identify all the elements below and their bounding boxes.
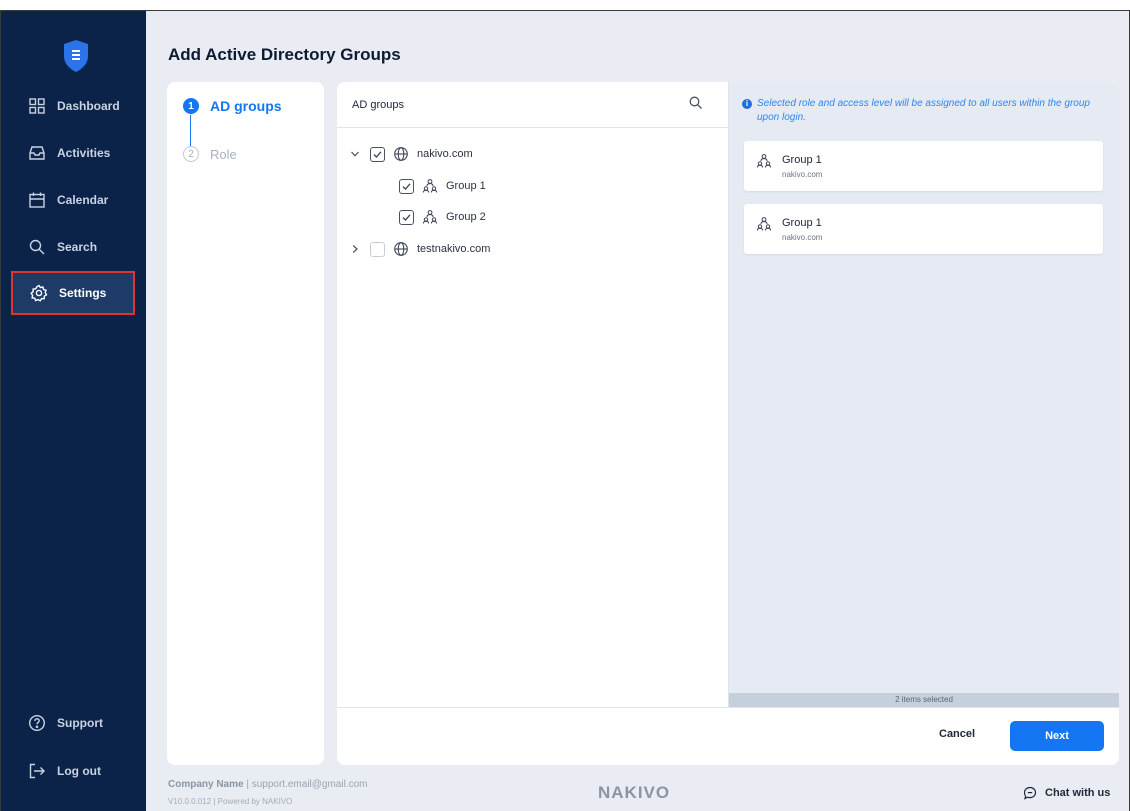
tree-node-group[interactable]: Group 1 xyxy=(399,175,486,197)
sidebar-item-label: Dashboard xyxy=(57,99,120,113)
sidebar-item-logout[interactable]: Log out xyxy=(11,749,135,793)
logout-icon xyxy=(28,762,46,780)
question-icon xyxy=(28,714,46,732)
info-text: Selected role and access level will be a… xyxy=(757,98,1090,123)
step-number: 2 xyxy=(183,146,199,162)
sidebar-item-dashboard[interactable]: Dashboard xyxy=(11,84,135,128)
footer-version: V10.0.0.012 | Powered by NAKIVO xyxy=(168,797,293,806)
globe-icon xyxy=(393,146,409,162)
tree-title: AD groups xyxy=(352,99,404,111)
gear-icon xyxy=(30,284,48,302)
tree-node-label: testnakivo.com xyxy=(417,243,491,255)
selected-count: 2 items selected xyxy=(729,693,1119,707)
chat-label: Chat with us xyxy=(1045,787,1111,799)
selected-item-domain: nakivo.com xyxy=(782,170,823,179)
tree-node-label: Group 2 xyxy=(446,211,486,223)
support-email[interactable]: | support.email@gmail.com xyxy=(246,779,367,790)
inbox-icon xyxy=(28,144,46,162)
checkbox-checked[interactable] xyxy=(370,146,385,162)
sidebar-item-settings[interactable]: Settings xyxy=(11,271,135,315)
dashboard-icon xyxy=(28,97,46,115)
sidebar-item-search[interactable]: Search xyxy=(11,225,135,269)
checkbox-checked[interactable] xyxy=(399,178,414,194)
footer-brand-logo: NAKIVO xyxy=(598,783,671,802)
tree-node-label: Group 1 xyxy=(446,180,486,192)
selected-item[interactable]: Group 1 nakivo.com xyxy=(744,204,1103,254)
sidebar-item-support[interactable]: Support xyxy=(11,701,135,745)
sidebar: Dashboard Activities Calendar Search Set… xyxy=(1,11,146,811)
selected-item[interactable]: Group 1 nakivo.com xyxy=(744,141,1103,191)
selected-item-name: Group 1 xyxy=(782,217,822,229)
app-window: Dashboard Activities Calendar Search Set… xyxy=(0,10,1130,811)
tree-header: AD groups xyxy=(337,82,728,128)
sidebar-item-label: Log out xyxy=(57,764,101,778)
search-icon xyxy=(28,238,46,256)
sidebar-item-label: Support xyxy=(57,716,103,730)
company-name: Company Name xyxy=(168,779,244,790)
ad-groups-tree-pane: AD groups nakivo.com Group 1 Group 2 tes… xyxy=(337,82,729,707)
next-button[interactable]: Next xyxy=(1010,721,1104,751)
group-icon xyxy=(756,153,772,169)
chat-with-us-button[interactable]: Chat with us xyxy=(1023,786,1110,800)
selected-item-name: Group 1 xyxy=(782,154,822,166)
sidebar-item-label: Activities xyxy=(57,146,111,160)
selected-items-pane: i Selected role and access level will be… xyxy=(729,82,1119,707)
sidebar-item-activities[interactable]: Activities xyxy=(11,131,135,175)
step-ad-groups[interactable]: 1 AD groups xyxy=(183,98,282,114)
action-bar: Cancel Next xyxy=(337,707,1119,765)
sidebar-item-label: Calendar xyxy=(57,193,109,207)
group-icon xyxy=(756,216,772,232)
group-icon xyxy=(422,209,438,225)
checkbox-checked[interactable] xyxy=(399,209,414,225)
info-icon: i xyxy=(742,99,752,109)
step-connector xyxy=(190,115,191,147)
wizard-content: AD groups nakivo.com Group 1 Group 2 tes… xyxy=(337,82,1119,765)
step-number: 1 xyxy=(183,98,199,114)
chevron-down-icon[interactable] xyxy=(350,149,360,159)
page-title: Add Active Directory Groups xyxy=(168,45,401,64)
calendar-icon xyxy=(28,191,46,209)
globe-icon xyxy=(393,241,409,257)
search-icon[interactable] xyxy=(688,95,704,111)
selected-item-domain: nakivo.com xyxy=(782,233,823,242)
nakivo-logo[interactable] xyxy=(63,39,89,73)
group-icon xyxy=(422,178,438,194)
footer-company: Company Name | support.email@gmail.com xyxy=(168,779,367,790)
checkbox-unchecked[interactable] xyxy=(370,241,385,257)
cancel-button[interactable]: Cancel xyxy=(939,728,975,740)
step-label: AD groups xyxy=(210,98,282,114)
sidebar-item-label: Settings xyxy=(59,286,107,300)
wizard-steps: 1 AD groups 2 Role xyxy=(167,82,324,765)
info-message: i Selected role and access level will be… xyxy=(742,97,1102,125)
step-label: Role xyxy=(210,146,237,162)
tree-node-label: nakivo.com xyxy=(417,148,473,160)
chevron-right-icon[interactable] xyxy=(350,244,360,254)
step-role[interactable]: 2 Role xyxy=(183,146,237,162)
tree-node-domain[interactable]: testnakivo.com xyxy=(350,238,490,260)
tree-node-group[interactable]: Group 2 xyxy=(399,206,486,228)
sidebar-item-label: Search xyxy=(57,240,98,254)
chat-icon xyxy=(1023,786,1037,800)
tree-node-domain[interactable]: nakivo.com xyxy=(350,143,473,165)
sidebar-item-calendar[interactable]: Calendar xyxy=(11,178,135,222)
